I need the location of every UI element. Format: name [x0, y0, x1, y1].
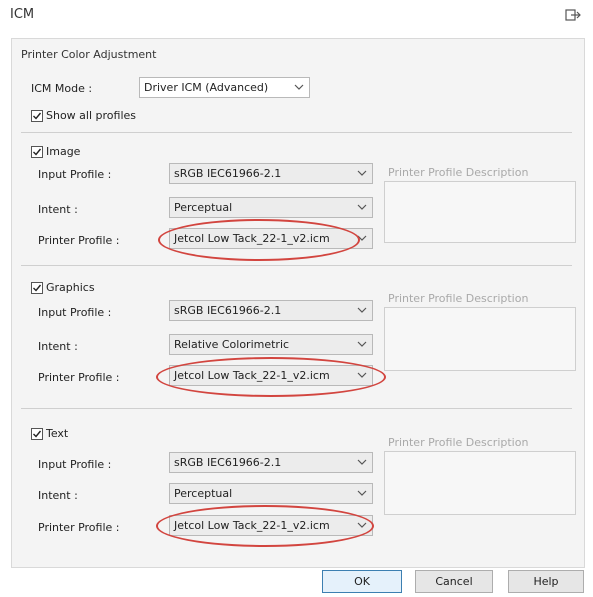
separator: [21, 265, 572, 266]
exit-icon[interactable]: [565, 8, 581, 22]
image-profile-description-title: Printer Profile Description: [388, 166, 529, 179]
text-printer-profile-label: Printer Profile :: [38, 521, 120, 534]
help-button[interactable]: Help: [508, 570, 584, 593]
highlight-ring: [158, 219, 360, 261]
graphics-printer-profile-label: Printer Profile :: [38, 371, 120, 384]
checkmark-icon: [33, 284, 42, 292]
separator: [21, 132, 572, 133]
icm-mode-label: ICM Mode :: [31, 82, 93, 95]
group-title: Printer Color Adjustment: [21, 48, 157, 61]
text-profile-description-title: Printer Profile Description: [388, 436, 529, 449]
highlight-ring: [156, 505, 374, 547]
icm-mode-select[interactable]: Driver ICM (Advanced): [139, 77, 310, 98]
chevron-down-icon: [294, 84, 304, 90]
chevron-down-icon: [357, 307, 367, 313]
text-intent-select[interactable]: Perceptual: [169, 483, 373, 504]
chevron-down-icon: [357, 170, 367, 176]
graphics-profile-description-title: Printer Profile Description: [388, 292, 529, 305]
image-input-profile-label: Input Profile :: [38, 168, 112, 181]
icm-mode-value: Driver ICM (Advanced): [144, 81, 269, 94]
graphics-section-label: Graphics: [46, 281, 95, 294]
image-intent-value: Perceptual: [174, 201, 233, 214]
separator: [21, 408, 572, 409]
image-intent-select[interactable]: Perceptual: [169, 197, 373, 218]
window-title: ICM: [10, 7, 35, 22]
image-input-profile-value: sRGB IEC61966-2.1: [174, 167, 282, 180]
image-section-label: Image: [46, 145, 81, 158]
text-input-profile-label: Input Profile :: [38, 458, 112, 471]
highlight-ring: [156, 357, 386, 397]
text-input-profile-select[interactable]: sRGB IEC61966-2.1: [169, 452, 373, 473]
image-profile-description-box: [384, 181, 576, 243]
cancel-button[interactable]: Cancel: [415, 570, 493, 593]
checkmark-icon: [33, 112, 42, 120]
chevron-down-icon: [357, 490, 367, 496]
text-input-profile-value: sRGB IEC61966-2.1: [174, 456, 282, 469]
graphics-intent-select[interactable]: Relative Colorimetric: [169, 334, 373, 355]
graphics-input-profile-label: Input Profile :: [38, 306, 112, 319]
show-all-profiles-label: Show all profiles: [46, 109, 137, 122]
image-checkbox[interactable]: [31, 146, 43, 158]
chevron-down-icon: [357, 459, 367, 465]
text-profile-description-box: [384, 451, 576, 515]
chevron-down-icon: [357, 204, 367, 210]
graphics-checkbox[interactable]: [31, 282, 43, 294]
image-input-profile-select[interactable]: sRGB IEC61966-2.1: [169, 163, 373, 184]
graphics-intent-label: Intent :: [38, 340, 78, 353]
show-all-profiles-checkbox[interactable]: [31, 110, 43, 122]
text-section-label: Text: [46, 427, 69, 440]
text-intent-label: Intent :: [38, 489, 78, 502]
image-printer-profile-label: Printer Profile :: [38, 234, 120, 247]
ok-button[interactable]: OK: [322, 570, 402, 593]
text-checkbox[interactable]: [31, 428, 43, 440]
checkmark-icon: [33, 148, 42, 156]
graphics-profile-description-box: [384, 307, 576, 371]
graphics-input-profile-select[interactable]: sRGB IEC61966-2.1: [169, 300, 373, 321]
image-intent-label: Intent :: [38, 203, 78, 216]
text-intent-value: Perceptual: [174, 487, 233, 500]
graphics-intent-value: Relative Colorimetric: [174, 338, 290, 351]
graphics-input-profile-value: sRGB IEC61966-2.1: [174, 304, 282, 317]
checkmark-icon: [33, 430, 42, 438]
chevron-down-icon: [357, 341, 367, 347]
